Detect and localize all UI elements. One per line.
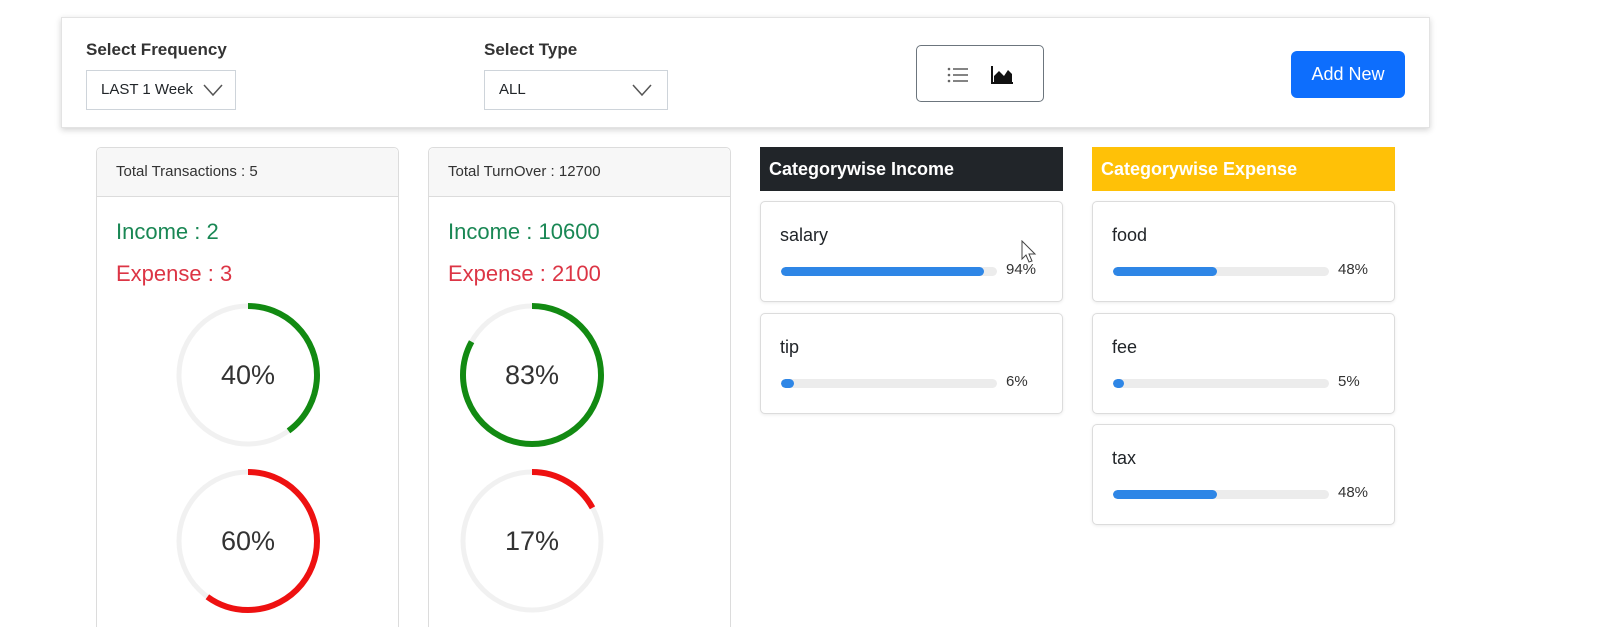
- transactions-card: Total Transactions : 5 Income : 2 Expens…: [96, 147, 399, 627]
- category-progress-track: [781, 267, 997, 276]
- type-label: Select Type: [484, 40, 578, 59]
- turnover-expense-percent: 17%: [504, 526, 560, 556]
- expense-category-item: tax 48%: [1092, 424, 1395, 525]
- category-progress-fill: [781, 267, 985, 276]
- mouse-cursor-icon: [1021, 240, 1037, 263]
- category-progress-track: [1113, 490, 1329, 499]
- filter-bar: Select Frequency LAST 1 Week Select Type…: [61, 17, 1430, 128]
- frequency-label: Select Frequency: [86, 40, 227, 59]
- category-progress-fill: [1113, 490, 1217, 499]
- income-category-item: tip 6%: [760, 313, 1063, 414]
- area-chart-icon[interactable]: [989, 64, 1015, 86]
- transactions-header: Total Transactions : 5: [97, 148, 398, 197]
- category-percent: 5%: [1338, 373, 1360, 390]
- transactions-income: Income : 2: [116, 219, 219, 244]
- category-name: tax: [1112, 448, 1137, 468]
- category-percent: 48%: [1338, 484, 1369, 501]
- frequency-select-value: LAST 1 Week: [101, 81, 193, 98]
- category-progress-track: [1113, 379, 1329, 388]
- category-name: salary: [780, 225, 829, 245]
- chevron-down-icon: [632, 84, 652, 97]
- category-progress-track: [1113, 267, 1329, 276]
- list-icon[interactable]: [945, 64, 971, 86]
- category-percent: 6%: [1006, 373, 1028, 390]
- type-select-value: ALL: [499, 81, 526, 98]
- category-progress-track: [781, 379, 997, 388]
- turnover-income: Income : 10600: [448, 219, 600, 244]
- category-name: fee: [1112, 337, 1138, 357]
- view-toggle: [916, 45, 1044, 102]
- category-name: food: [1112, 225, 1148, 245]
- transactions-expense: Expense : 3: [116, 261, 233, 286]
- categorywise-expense-title: Categorywise Expense: [1092, 147, 1395, 191]
- turnover-income-percent: 83%: [504, 360, 560, 390]
- turnover-income-ring: 83%: [457, 300, 607, 450]
- transactions-income-percent: 40%: [220, 360, 276, 390]
- turnover-header: Total TurnOver : 12700: [429, 148, 730, 197]
- turnover-card: Total TurnOver : 12700 Income : 10600 Ex…: [428, 147, 731, 627]
- chevron-down-icon: [203, 84, 223, 97]
- transactions-expense-ring: 60%: [173, 466, 323, 616]
- category-progress-fill: [1113, 267, 1217, 276]
- income-category-item: salary 94%: [760, 201, 1063, 302]
- category-progress-fill: [781, 379, 794, 388]
- frequency-select[interactable]: LAST 1 Week: [86, 70, 236, 110]
- category-name: tip: [780, 337, 800, 357]
- expense-category-item: food 48%: [1092, 201, 1395, 302]
- turnover-expense-ring: 17%: [457, 466, 607, 616]
- type-select[interactable]: ALL: [484, 70, 668, 110]
- transactions-expense-percent: 60%: [220, 526, 276, 556]
- categorywise-income-title: Categorywise Income: [760, 147, 1063, 191]
- add-new-button[interactable]: Add New: [1291, 51, 1405, 98]
- category-progress-fill: [1113, 379, 1124, 388]
- expense-category-item: fee 5%: [1092, 313, 1395, 414]
- turnover-expense: Expense : 2100: [448, 261, 601, 286]
- transactions-income-ring: 40%: [173, 300, 323, 450]
- category-percent: 48%: [1338, 261, 1369, 278]
